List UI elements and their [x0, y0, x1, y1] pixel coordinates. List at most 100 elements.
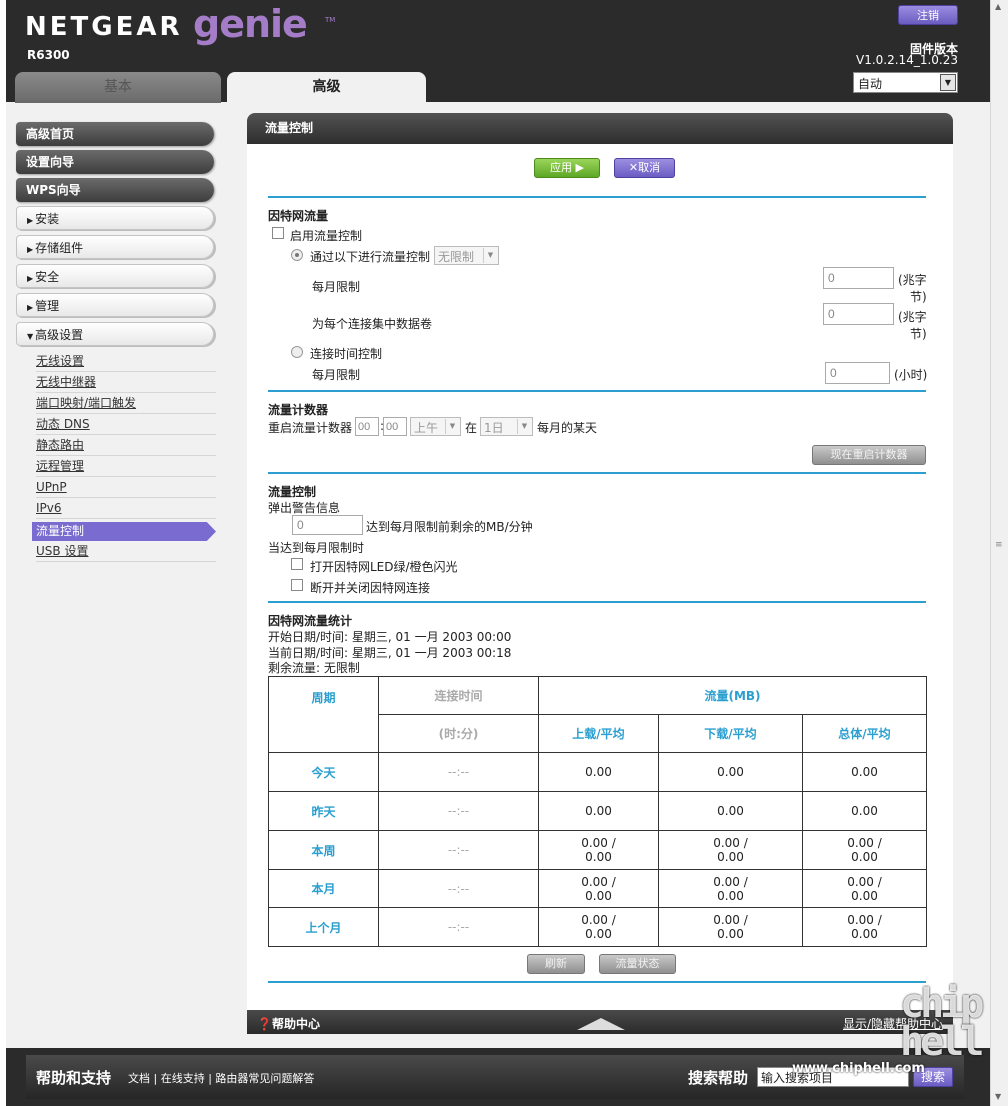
sidebar-item-setup[interactable]: ▶ 安装: [16, 206, 214, 230]
restart-hour-input[interactable]: [355, 417, 379, 436]
row-upload: 0.00 /0.00: [538, 907, 659, 947]
time-control-label: 连接时间控制: [310, 347, 383, 361]
help-center-label: 帮助中心: [271, 1017, 320, 1031]
subitem-port-forwarding[interactable]: 端口映射/端口触发: [36, 393, 216, 414]
tab-advanced[interactable]: 高级: [227, 72, 426, 103]
row-download: 0.00 /0.00: [658, 907, 803, 947]
watermark-url: www.chiphell.com: [792, 1061, 925, 1076]
subitem-upnp[interactable]: UPnP: [36, 477, 216, 498]
row-download: 0.00 /0.00: [658, 830, 803, 870]
support-links[interactable]: 文档 | 在线支持 | 路由器常见问题解答: [128, 1070, 314, 1086]
unit-mb-label: (兆字: [898, 310, 927, 324]
row-download: 0.00: [658, 752, 803, 792]
sidebar-item-usb-storage[interactable]: ▶ 存储组件: [16, 235, 214, 259]
disconnect-checkbox[interactable]: [291, 579, 303, 591]
row-connection-time: --:--: [378, 791, 539, 831]
row-connection-time: --:--: [378, 752, 539, 792]
time-limit-input[interactable]: [825, 362, 890, 384]
led-blink-checkbox[interactable]: [291, 558, 303, 570]
product-text: genie: [193, 2, 308, 46]
expand-up-icon[interactable]: [577, 1018, 625, 1030]
warning-threshold-label: 达到每月限制前剩余的MB/分钟: [366, 520, 533, 534]
monthly-limit-input[interactable]: [823, 267, 894, 289]
ampm-select[interactable]: 上午 ▼: [410, 417, 461, 436]
scroll-grip-icon[interactable]: ≡: [995, 540, 1003, 550]
row-upload: 0.00: [538, 752, 659, 792]
volume-control-radio[interactable]: [291, 249, 303, 261]
cancel-button[interactable]: ✕取消: [614, 158, 675, 178]
row-total: 0.00: [802, 791, 927, 831]
sidebar-item-security[interactable]: ▶ 安全: [16, 264, 214, 288]
tab-basic[interactable]: 基本: [15, 72, 221, 103]
watermark-logo: chip hell: [900, 981, 984, 1065]
total-value: 0.00: [851, 804, 878, 818]
divider: [268, 601, 926, 603]
help-center-toggle[interactable]: ❓帮助中心: [257, 1015, 320, 1032]
language-value: 自动: [858, 77, 883, 91]
volume-limit-select[interactable]: 无限制 ▼: [434, 246, 499, 265]
upload-value: 0.00 /: [581, 836, 616, 850]
day-of-month-label: 每月的某天: [537, 421, 598, 435]
apply-button[interactable]: 应用 ▶: [534, 158, 600, 178]
refresh-button[interactable]: 刷新: [527, 954, 585, 974]
restart-counter-now-button[interactable]: 现在重启计数器: [812, 445, 926, 465]
row-connection-time: --:--: [378, 907, 539, 947]
sidebar-item-wps-wizard[interactable]: WPS向导: [16, 178, 214, 202]
triangle-right-icon: ▶: [27, 274, 34, 283]
col-upload-avg: 上载/平均: [538, 714, 659, 753]
traffic-status-button[interactable]: 流量状态: [599, 954, 676, 974]
sidebar-item-label: 安全: [35, 270, 60, 284]
day-select[interactable]: 1日 ▼: [480, 417, 533, 436]
time-control-radio[interactable]: [291, 346, 303, 358]
search-help-title: 搜索帮助: [688, 1069, 749, 1087]
sidebar-item-advanced-setup[interactable]: ▼ 高级设置: [16, 322, 214, 346]
sidebar-item-administration[interactable]: ▶ 管理: [16, 293, 214, 317]
sidebar-item-label: 高级设置: [35, 328, 84, 342]
logout-button[interactable]: 注销: [898, 5, 958, 25]
subitem-dynamic-dns[interactable]: 动态 DNS: [36, 414, 216, 435]
traffic-remaining: 剩余流量: 无限制: [268, 661, 360, 675]
restart-minute-input[interactable]: [383, 417, 407, 436]
router-model: R6300: [27, 48, 70, 62]
disconnect-label: 断开并关闭因特网连接: [310, 581, 431, 595]
scroll-up-icon[interactable]: ▲: [995, 2, 1001, 11]
firmware-version: V1.0.2.14_1.0.23: [856, 53, 958, 67]
enable-traffic-meter-checkbox[interactable]: [272, 227, 284, 239]
question-icon: ❓: [257, 1017, 272, 1031]
round-up-input[interactable]: [823, 303, 894, 325]
volume-control-label: 通过以下进行流量控制: [310, 250, 431, 264]
col-download-avg: 下载/平均: [658, 714, 803, 753]
table-row: 本周 --:-- 0.00 /0.00 0.00 /0.00 0.00 /0.0…: [268, 830, 927, 870]
triangle-down-icon: ▼: [27, 332, 34, 341]
subitem-traffic-meter-active[interactable]: 流量控制: [32, 522, 216, 541]
total-value: 0.00 /: [847, 836, 882, 850]
subitem-wireless-repeater[interactable]: 无线中继器: [36, 372, 216, 393]
scrollbar[interactable]: ▲ ≡ ▼: [990, 0, 1008, 1106]
row-period: 上个月: [268, 907, 379, 947]
subitem-remote-management[interactable]: 远程管理: [36, 456, 216, 477]
triangle-right-icon: ▶: [27, 245, 34, 254]
download-avg: 0.00: [717, 888, 744, 903]
sidebar-item-setup-wizard[interactable]: 设置向导: [16, 150, 214, 174]
subitem-ipv6[interactable]: IPv6: [36, 498, 216, 519]
row-upload: 0.00 /0.00: [538, 869, 659, 908]
unit-hours-label: (小时): [894, 368, 928, 382]
triangle-right-icon: ▶: [27, 216, 34, 225]
subitem-static-routes[interactable]: 静态路由: [36, 435, 216, 456]
subitem-usb-settings[interactable]: USB 设置: [36, 541, 216, 562]
row-download: 0.00 /0.00: [658, 869, 803, 908]
monthly-time-limit-label: 每月限制: [312, 368, 361, 382]
warning-threshold-input[interactable]: [292, 515, 363, 535]
help-center-bar: ❓帮助中心 显示/隐藏帮助中心: [247, 1010, 953, 1034]
sidebar-item-label: 存储组件: [35, 241, 84, 255]
subitem-wireless-settings[interactable]: 无线设置: [36, 351, 216, 372]
scroll-down-icon[interactable]: ▼: [995, 1092, 1001, 1101]
col-connection-time: 连接时间: [378, 676, 539, 715]
section-traffic-statistics: 因特网流量统计: [268, 614, 353, 628]
upload-value: 0.00 /: [581, 874, 616, 889]
chevron-down-icon[interactable]: ▼: [940, 74, 956, 91]
sidebar-item-advanced-home[interactable]: 高级首页: [16, 122, 214, 146]
col-connection-time-unit: (时:分): [378, 714, 539, 753]
language-select[interactable]: 自动 ▼: [853, 72, 958, 93]
divider: [268, 390, 926, 392]
